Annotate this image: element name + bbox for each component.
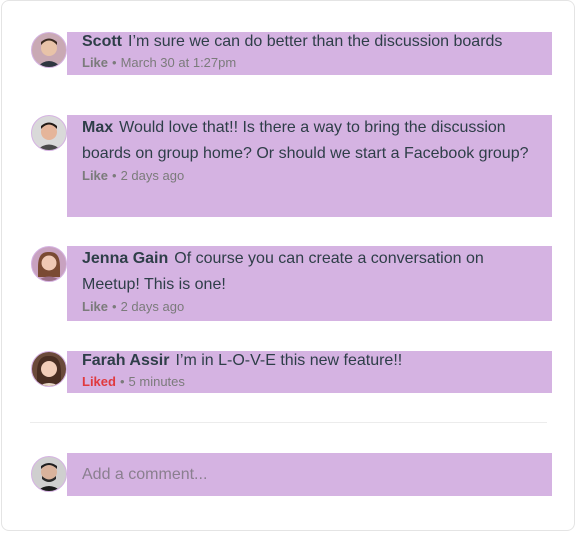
comment-timestamp: 2 days ago (120, 168, 185, 183)
comment-timestamp: 5 minutes (128, 374, 185, 389)
meta-separator: • (112, 168, 117, 183)
comments-divider (30, 422, 547, 423)
user-avatar-icon (32, 116, 66, 150)
comment-author[interactable]: Farah Assir (82, 352, 169, 369)
meta-separator: • (112, 299, 117, 314)
like-button[interactable]: Like (82, 55, 108, 70)
comment-timestamp: 2 days ago (120, 299, 185, 314)
comment-text: I’m in L-O-V-E this new feature!! (175, 352, 403, 369)
liked-button[interactable]: Liked (82, 374, 116, 389)
like-button[interactable]: Like (82, 168, 108, 183)
add-comment-input[interactable] (67, 453, 552, 496)
like-button[interactable]: Like (82, 299, 108, 314)
comment-author[interactable]: Max (82, 119, 113, 136)
user-avatar-icon (32, 457, 66, 491)
comment-text: Would love that!! Is there a way to brin… (82, 119, 529, 162)
avatar-max[interactable] (31, 115, 67, 151)
avatar-jenna[interactable] (31, 246, 67, 282)
current-user-avatar (31, 456, 67, 492)
comment-timestamp: March 30 at 1:27pm (120, 55, 237, 70)
comment-bubble: Jenna Gain Of course you can create a con… (67, 246, 552, 321)
meta-separator: • (119, 374, 125, 389)
comment-bubble: Farah Assir I’m in L-O-V-E this new featu… (67, 351, 552, 393)
comment-author[interactable]: Scott (82, 33, 122, 50)
comment-text: I’m sure we can do better than the discu… (128, 33, 503, 50)
user-avatar-icon (32, 352, 66, 386)
user-avatar-icon (32, 247, 66, 281)
avatar-farah[interactable] (31, 351, 67, 387)
comment-author[interactable]: Jenna Gain (82, 250, 168, 267)
comment-bubble: Max Would love that!! Is there a way to b… (67, 115, 552, 217)
comment-bubble: Scott I’m sure we can do better than the … (67, 32, 552, 75)
user-avatar-icon (32, 33, 66, 67)
avatar-scott[interactable] (31, 32, 67, 68)
meta-separator: • (112, 55, 117, 70)
